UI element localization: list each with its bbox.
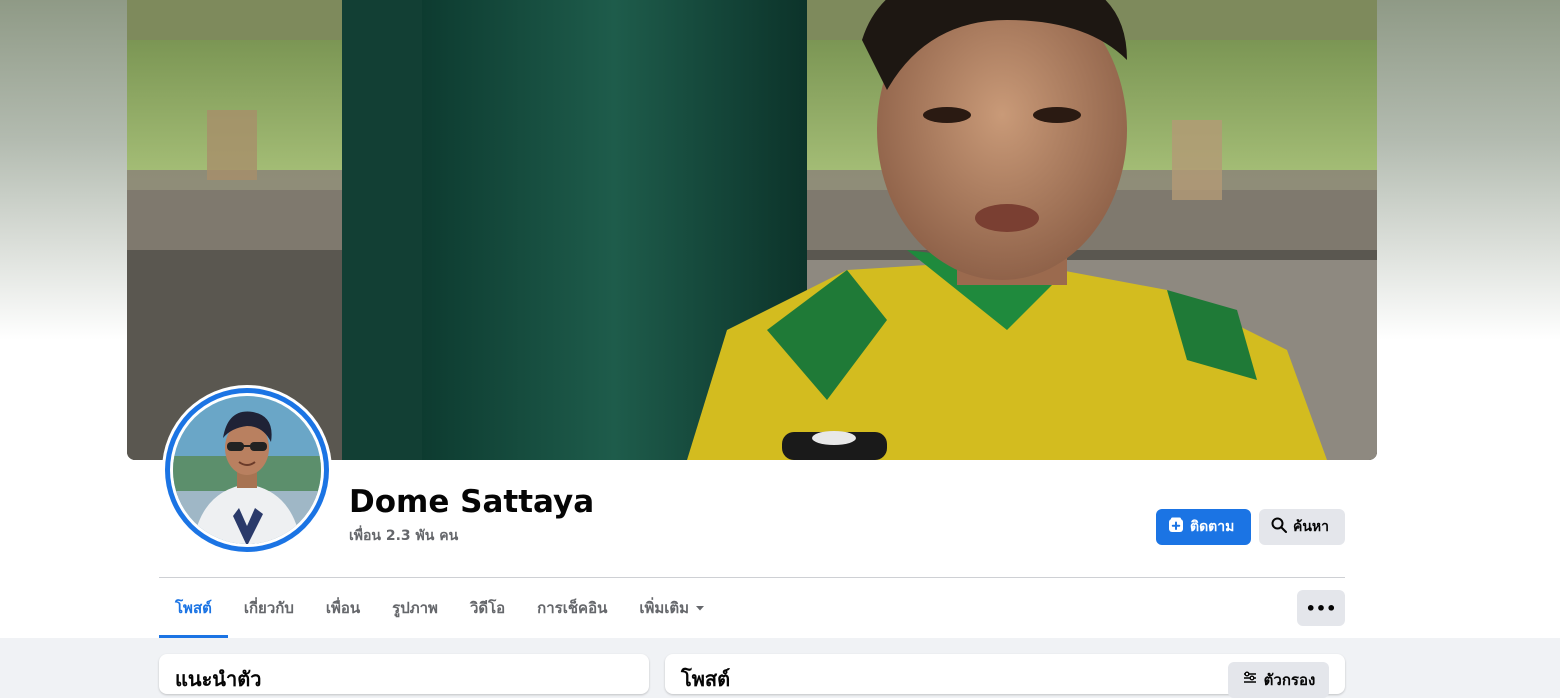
tab-photos[interactable]: รูปภาพ [376, 578, 454, 638]
tab-friends[interactable]: เพื่อน [310, 578, 376, 638]
follow-button-label: ติดตาม [1190, 519, 1235, 535]
search-button-label: ค้นหา [1293, 519, 1330, 535]
filter-button[interactable]: ตัวกรอง [1228, 662, 1329, 698]
caret-down-icon [695, 599, 705, 617]
search-icon [1271, 517, 1287, 537]
tab-posts[interactable]: โพสต์ [159, 578, 228, 638]
follow-icon [1168, 517, 1184, 537]
tab-more[interactable]: เพิ่มเติม [623, 578, 721, 638]
intro-card: แนะนำตัว [159, 654, 649, 694]
cover-photo[interactable] [127, 0, 1377, 460]
profile-name: Dome Sattaya [349, 484, 595, 520]
friends-count[interactable]: เพื่อน 2.3 พัน คน [349, 526, 458, 546]
avatar-photo [170, 393, 324, 547]
follow-button[interactable]: ติดตาม [1156, 509, 1251, 545]
profile-tabs: โพสต์ เกี่ยวกับ เพื่อน รูปภาพ วิดีโอ การ… [159, 578, 721, 638]
tab-about[interactable]: เกี่ยวกับ [228, 578, 310, 638]
profile-avatar[interactable] [162, 385, 332, 555]
story-ring [165, 388, 329, 552]
search-button[interactable]: ค้นหา [1259, 509, 1345, 545]
posts-title: โพสต์ [681, 667, 731, 691]
intro-title: แนะนำตัว [175, 667, 262, 691]
tab-checkins[interactable]: การเช็คอิน [521, 578, 623, 638]
more-options-button[interactable]: ••• [1297, 590, 1345, 626]
tab-videos[interactable]: วิดีโอ [454, 578, 521, 638]
filter-icon [1242, 670, 1258, 690]
tab-more-label: เพิ่มเติม [639, 599, 690, 617]
posts-card: โพสต์ ตัวกรอง [665, 654, 1345, 698]
filter-label: ตัวกรอง [1263, 671, 1316, 689]
